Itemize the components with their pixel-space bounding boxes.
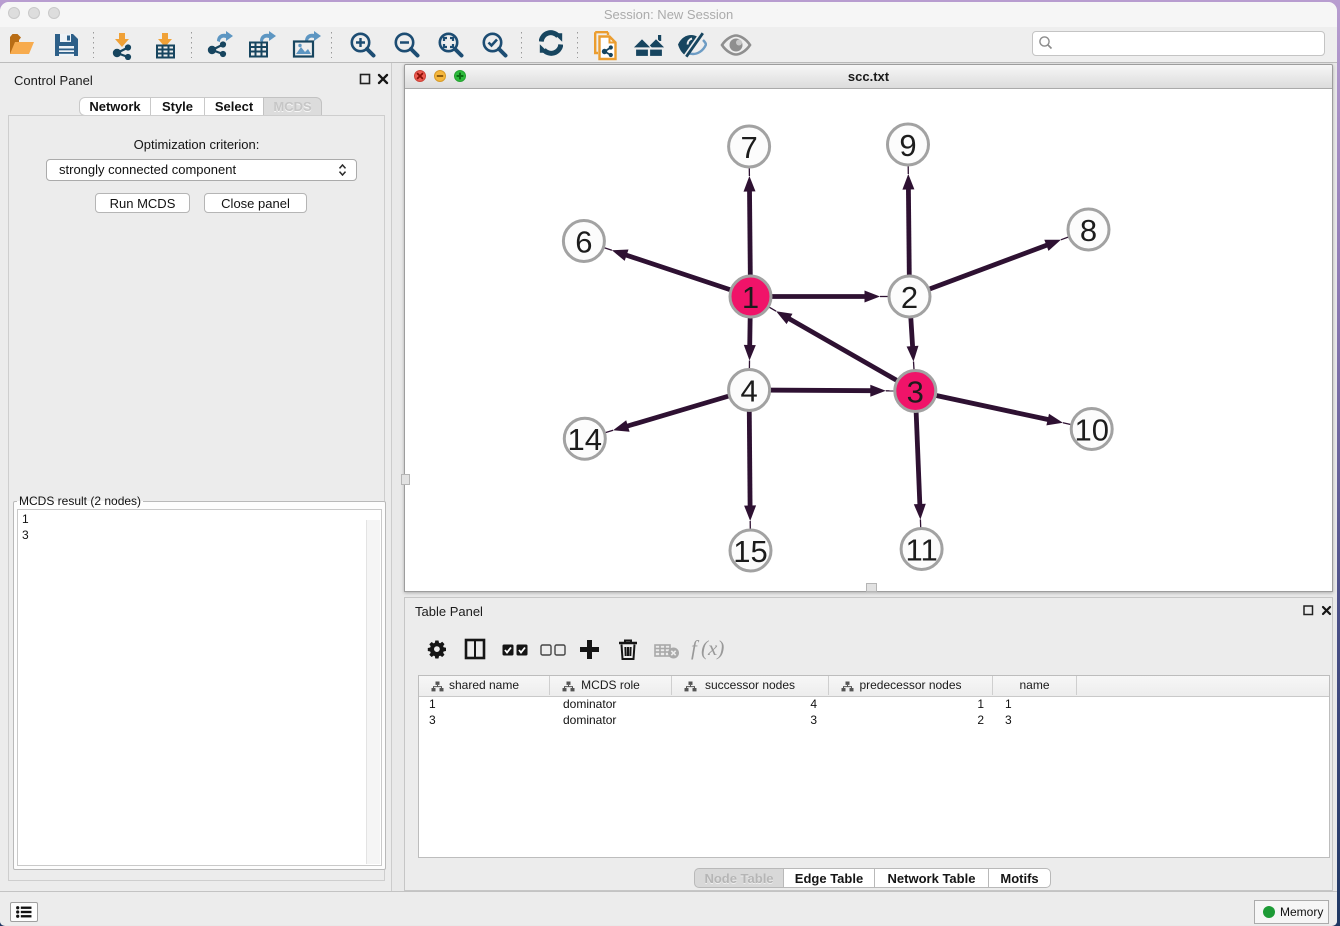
svg-text:1: 1 bbox=[742, 280, 759, 315]
svg-text:7: 7 bbox=[740, 130, 757, 165]
svg-text:2: 2 bbox=[901, 280, 918, 315]
svg-text:10: 10 bbox=[1074, 413, 1108, 448]
svg-text:9: 9 bbox=[899, 128, 916, 163]
svg-text:15: 15 bbox=[733, 534, 767, 569]
svg-text:11: 11 bbox=[906, 533, 938, 568]
svg-text:3: 3 bbox=[907, 375, 924, 410]
svg-text:14: 14 bbox=[568, 422, 602, 457]
svg-text:4: 4 bbox=[740, 374, 757, 409]
svg-text:6: 6 bbox=[575, 225, 592, 260]
svg-text:8: 8 bbox=[1080, 213, 1097, 248]
